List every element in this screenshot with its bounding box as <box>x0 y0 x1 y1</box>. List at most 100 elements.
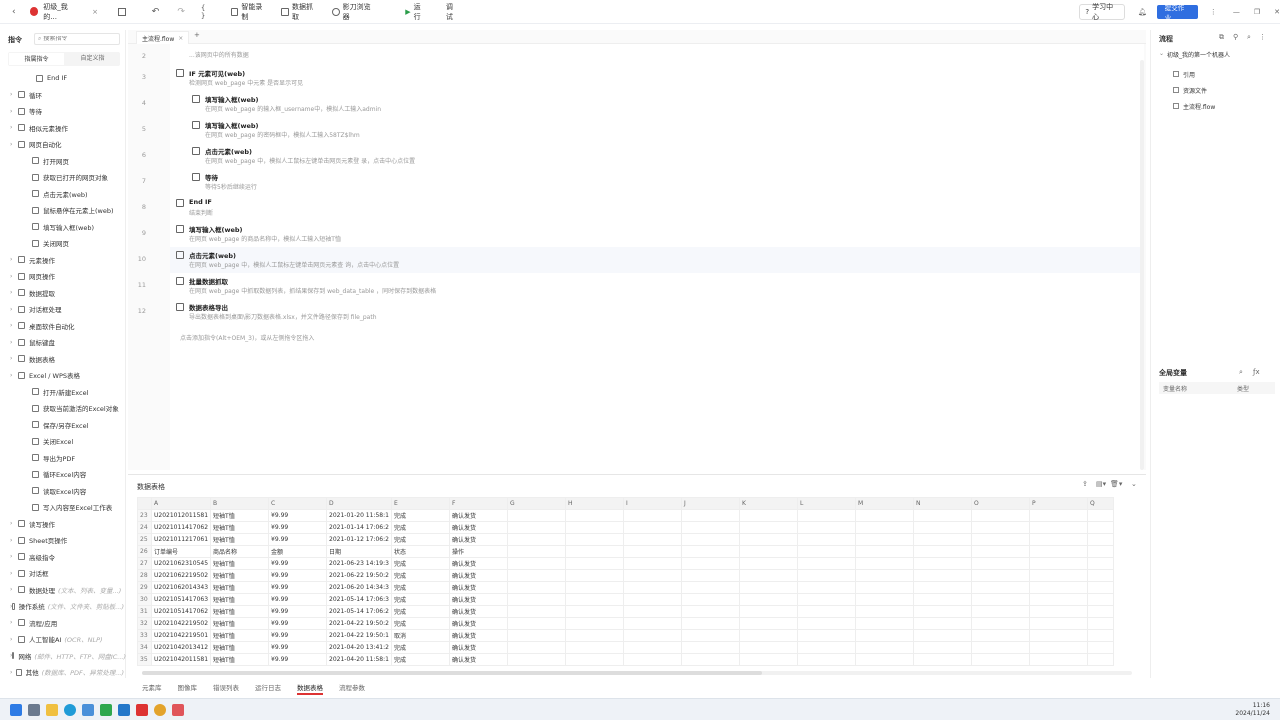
grid-cell[interactable]: ¥9.99 <box>268 557 328 570</box>
grid-cell[interactable]: ¥9.99 <box>268 629 328 642</box>
grid-cell[interactable] <box>1028 545 1088 558</box>
tab-close-icon[interactable]: × <box>178 35 183 42</box>
grid-cell[interactable] <box>564 593 624 606</box>
add-tab-icon[interactable]: + <box>194 31 200 39</box>
grid-cell[interactable]: 完成 <box>390 617 450 630</box>
grid-cell[interactable] <box>854 605 914 618</box>
grid-cell[interactable]: 2021-04-22 19:50:2 <box>326 617 392 630</box>
command-tree-item[interactable]: › 其他 (数据库、PDF、异常处理...) <box>10 664 124 681</box>
command-tree-item[interactable]: 打开网页 <box>10 153 124 170</box>
grid-cell[interactable] <box>680 629 740 642</box>
grid-cell[interactable] <box>796 545 856 558</box>
command-tree-item[interactable]: › 网页操作 <box>10 268 124 285</box>
data-grid[interactable]: A B C D E F G H I J K L M N O P Q 23 U2021012011581 短袖T恤 ¥9.… <box>137 497 1114 666</box>
command-tree-item[interactable]: › 人工智能AI (OCR、NLP) <box>10 631 124 648</box>
command-tree-item[interactable]: › Sheet页操作 <box>10 532 124 549</box>
grid-cell[interactable] <box>970 521 1030 534</box>
grid-cell[interactable] <box>622 545 682 558</box>
command-tree-item[interactable]: › 流程/应用 <box>10 615 124 632</box>
grid-cell[interactable] <box>564 617 624 630</box>
grid-cell[interactable] <box>564 581 624 594</box>
grid-cell[interactable] <box>970 581 1030 594</box>
grid-cell[interactable] <box>622 641 682 654</box>
grid-cell[interactable] <box>506 617 566 630</box>
flow-tree-item[interactable]: 主流程.flow <box>1173 98 1215 114</box>
grid-cell[interactable] <box>622 521 682 534</box>
command-tree-item[interactable]: › 读写操作 <box>10 516 124 533</box>
command-tree-item[interactable]: › 元素操作 <box>10 252 124 269</box>
table-row[interactable]: 25 U2021011217061 短袖T恤 ¥9.99 2021-01-12 17:0… <box>137 533 1114 546</box>
grid-cell[interactable] <box>506 629 566 642</box>
bottom-tab[interactable]: 元素库 <box>142 682 162 695</box>
grid-cell[interactable] <box>854 545 914 558</box>
left-scrollbar[interactable] <box>121 38 124 678</box>
grid-column-header[interactable]: O <box>970 497 1030 510</box>
grid-cell[interactable] <box>796 509 856 522</box>
grid-cell[interactable] <box>680 641 740 654</box>
grid-cell[interactable] <box>506 509 566 522</box>
wps-icon[interactable] <box>100 703 112 716</box>
command-tree-item[interactable]: › 高级指令 <box>10 549 124 566</box>
flow-step[interactable]: 4 填写输入框(web) 在网页 web_page 的输入框_username中，模… <box>142 91 1140 117</box>
grid-column-header[interactable]: H <box>564 497 624 510</box>
flow-step[interactable]: 12 数据表格导出 导出数据表格到桌面\影刀数据表格.xlsx，并文件路径保存到 f… <box>138 299 1140 325</box>
more-flow-icon[interactable]: ⋮ <box>1259 33 1266 41</box>
command-tree-item[interactable]: › 数据提取 <box>10 285 124 302</box>
command-tree-item[interactable]: › 网络 (邮件、HTTP、FTP、网盘IC...) <box>10 648 126 665</box>
grid-cell[interactable] <box>970 605 1030 618</box>
grid-cell[interactable] <box>738 629 798 642</box>
grid-cell[interactable] <box>506 557 566 570</box>
grid-column-header[interactable]: F <box>448 497 508 510</box>
table-row[interactable]: 35 U2021042011581 短袖T恤 ¥9.99 2021-04-20 11:5… <box>137 653 1114 666</box>
command-tree-item[interactable]: › 对话框处理 <box>10 301 124 318</box>
grid-cell[interactable]: 短袖T恤 <box>210 569 270 582</box>
grid-cell[interactable] <box>970 569 1030 582</box>
grid-cell[interactable]: U2021042013412 <box>150 641 212 654</box>
grid-cell[interactable]: 完成 <box>390 653 450 666</box>
grid-cell[interactable]: 短袖T恤 <box>210 605 270 618</box>
grid-cell[interactable]: U2021051417062 <box>150 605 212 618</box>
grid-cell[interactable] <box>738 533 798 546</box>
grid-cell[interactable] <box>1028 617 1088 630</box>
grid-cell[interactable] <box>912 605 972 618</box>
command-tree-item[interactable]: 获取已打开的网页对象 <box>10 169 124 186</box>
editor-scrollbar[interactable] <box>1140 60 1144 470</box>
grid-cell[interactable] <box>912 653 972 666</box>
grid-cell[interactable]: 确认发货 <box>448 557 508 570</box>
grid-column-header[interactable]: I <box>622 497 682 510</box>
flow-tree-item[interactable]: 引用 <box>1173 66 1215 82</box>
grid-cell[interactable]: U2021062310545 <box>150 557 212 570</box>
grid-cell[interactable] <box>970 545 1030 558</box>
grid-cell[interactable] <box>1086 533 1114 546</box>
grid-cell[interactable] <box>564 545 624 558</box>
table-row[interactable]: 24 U2021011417062 短袖T恤 ¥9.99 2021-01-14 17:0… <box>137 521 1114 534</box>
flow-step[interactable]: 11 批量数据抓取 在网页 web_page 中抓取数据列表，抓结果保存到 web_… <box>138 273 1140 299</box>
grid-cell[interactable]: 确认发货 <box>448 641 508 654</box>
grid-cell[interactable]: 确认发货 <box>448 653 508 666</box>
command-search-input[interactable] <box>43 36 114 42</box>
grid-cell[interactable] <box>796 617 856 630</box>
table-row[interactable]: 34 U2021042013412 短袖T恤 ¥9.99 2021-04-20 13:4… <box>137 641 1114 654</box>
grid-cell[interactable]: 确认发货 <box>448 617 508 630</box>
grid-cell[interactable]: ¥9.99 <box>268 509 328 522</box>
grid-cell[interactable]: U2021012011581 <box>150 509 212 522</box>
grid-cell[interactable] <box>680 569 740 582</box>
windows-start-icon[interactable] <box>10 703 22 716</box>
learn-center-button[interactable]: ? 学习中心 <box>1079 3 1125 21</box>
clock[interactable]: 11:16 2024/11/24 <box>1235 702 1270 718</box>
grid-cell[interactable] <box>970 533 1030 546</box>
grid-cell[interactable] <box>912 509 972 522</box>
chrome-icon[interactable] <box>154 703 166 716</box>
grid-cell[interactable]: 2021-04-22 19:50:1 <box>326 629 392 642</box>
grid-cell[interactable] <box>1086 641 1114 654</box>
grid-cell[interactable]: U2021051417063 <box>150 593 212 606</box>
grid-cell[interactable]: ¥9.99 <box>268 605 328 618</box>
grid-cell[interactable]: 确认发货 <box>448 629 508 642</box>
grid-cell[interactable] <box>1028 557 1088 570</box>
grid-cell[interactable] <box>796 557 856 570</box>
grid-cell[interactable] <box>796 653 856 666</box>
grid-cell[interactable]: 状态 <box>390 545 450 558</box>
grid-cell[interactable]: 完成 <box>390 569 450 582</box>
grid-cell[interactable] <box>854 569 914 582</box>
submit-button[interactable]: 提交作业 <box>1156 4 1198 22</box>
